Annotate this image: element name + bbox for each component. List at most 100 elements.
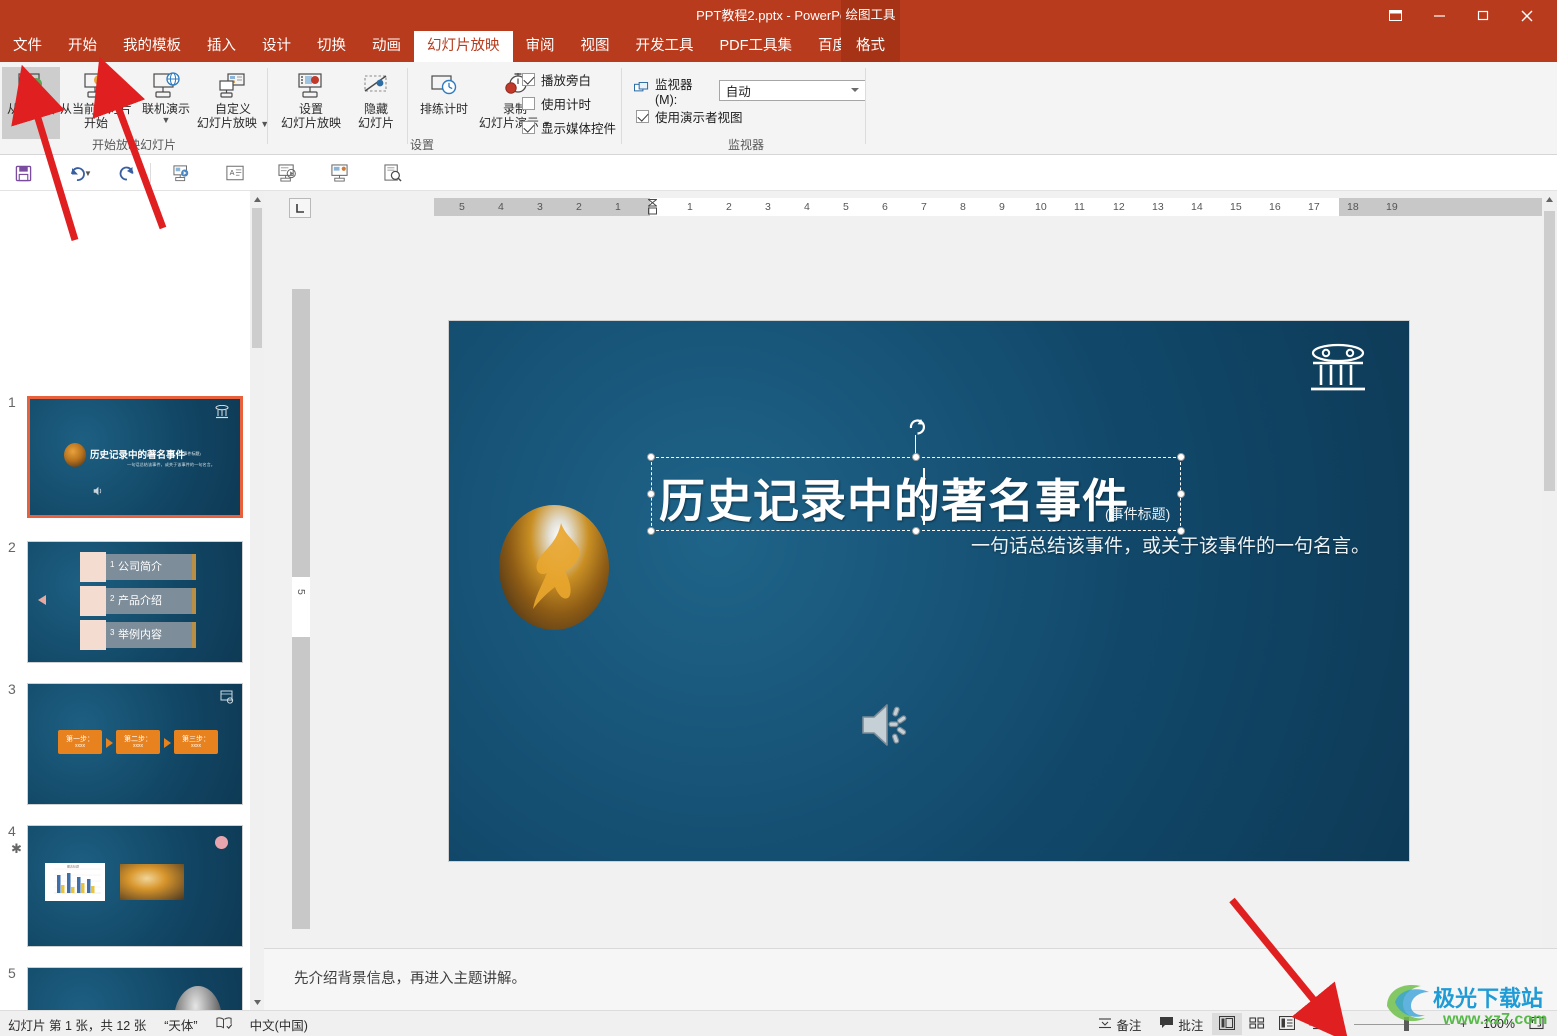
horizontal-ruler[interactable]: 5 4 3 2 1 1 2 3 4 5 6 7 8 9 10 11 12 13 … [434,198,1557,216]
zoom-slider[interactable] [1353,1013,1450,1035]
use-timings-checkbox[interactable]: 使用计时 [522,94,591,113]
tab-review[interactable]: 审阅 [513,31,568,62]
checkbox-box[interactable] [522,97,535,110]
hruler-label: 9 [999,201,1005,213]
leaf-image[interactable] [499,505,609,630]
thumb-surface[interactable]: 第一步： xxxx 第二步： xxxx 第三步： xxxx [27,683,243,805]
resize-handle-sw[interactable] [647,527,655,535]
show-media-controls-checkbox[interactable]: 显示媒体控件 [522,118,616,137]
tab-developer[interactable]: 开发工具 [623,31,707,62]
tab-home[interactable]: 开始 [55,31,110,62]
pillar-icon[interactable] [1307,343,1369,404]
thumb-surface[interactable] [27,967,243,1010]
slide-title[interactable]: 历史记录中的著名事件 [659,465,1129,531]
thumb-surface[interactable]: 图表标题 [27,825,243,947]
tab-transitions[interactable]: 切换 [304,31,359,62]
slide-edit-area[interactable]: 5 4 3 2 1 1 2 3 4 5 6 7 8 9 10 11 12 13 … [264,191,1557,1010]
fit-to-window-button[interactable] [1521,1013,1551,1035]
thumb-title-1: 历史记录中的著名事件 [90,450,186,461]
comments-button[interactable]: 批注 [1150,1012,1212,1036]
start-from-beginning-qat-icon[interactable] [167,160,197,186]
close-icon[interactable] [1505,0,1549,31]
rehearse-timings-button[interactable]: 排练计时 [412,67,476,139]
thumb-surface[interactable]: 历史记录中的著名事件 (事件标题) 一句话总结该事件，或关于该事件的一句名言。 [27,396,243,518]
language-label[interactable]: 中文(中国) [250,1015,308,1034]
checkbox-box[interactable] [522,73,535,86]
tab-view[interactable]: 视图 [568,31,623,62]
notes-button[interactable]: 备注 [1089,1012,1150,1036]
monitor-select[interactable]: 自动 [718,80,866,101]
hruler-label: 11 [1074,201,1085,213]
normal-view-button[interactable] [1212,1013,1243,1035]
tab-animations[interactable]: 动画 [359,31,414,62]
vertical-ruler[interactable]: 5 [292,289,310,929]
agenda-num-2: 2 [110,594,115,603]
scroll-down-arrow-icon[interactable] [250,994,264,1010]
proofing-icon[interactable] [216,1016,232,1032]
tab-slide-show[interactable]: 幻灯片放映 [414,31,513,62]
hide-slide-button[interactable]: 隐藏 幻灯片 [348,67,404,139]
resize-handle-e[interactable] [1177,490,1185,498]
zoom-out-button[interactable]: − [1332,1012,1347,1036]
resize-handle-w[interactable] [647,490,655,498]
tab-my-templates[interactable]: 我的模板 [110,31,194,62]
checkbox-box[interactable] [522,121,535,134]
editor-vertical-scrollbar[interactable] [1542,191,1557,1010]
slide-count-label[interactable]: 幻灯片 第 1 张，共 12 张 [8,1015,146,1034]
slide-canvas[interactable]: 历史记录中的著名事件 (事件标题) 一句话总结该事件，或关于该事件的一句名言。 [449,321,1409,861]
scrollbar-thumb[interactable] [252,208,262,348]
resize-handle-ne[interactable] [1177,453,1185,461]
set-up-slide-show-button[interactable]: 设置 幻灯片放映 [278,67,344,139]
thumbnail-scrollbar[interactable] [250,191,264,1010]
rotate-handle[interactable] [907,416,926,435]
zoom-slider-knob[interactable] [1403,1017,1409,1031]
tab-pdf-tools[interactable]: PDF工具集 [707,31,806,62]
scroll-up-arrow-icon[interactable] [250,191,264,207]
slide-thumbnail-pane[interactable]: 1 历史记录中的著名事件 (事件标题) 一句话总结该事件，或关于该事件的一句名言… [0,191,264,1010]
ribbon-display-options-icon[interactable] [1373,0,1417,31]
notes-pane[interactable]: 先介绍背景信息，再进入主题讲解。 [264,948,1557,1010]
presenter-view-qat-icon[interactable] [324,160,354,186]
tab-design[interactable]: 设计 [249,31,304,62]
use-presenter-view-checkbox[interactable]: 使用演示者视图 [636,107,743,126]
theme-label[interactable]: “天体” [164,1015,197,1034]
present-online-dropdown-arrow[interactable]: ▼ [162,116,171,125]
slide-subtitle[interactable]: 一句话总结该事件，或关于该事件的一句名言。 [971,531,1370,558]
notes-text[interactable]: 先介绍背景信息，再进入主题讲解。 [294,967,526,988]
status-bar: 幻灯片 第 1 张，共 12 张 “天体” 中文(中国) 备注 批注 − + 1… [0,1010,1557,1036]
zoom-percent-label[interactable]: 100% [1471,1017,1515,1031]
play-narrations-checkbox[interactable]: 播放旁白 [522,70,591,89]
scroll-up-arrow-icon[interactable] [1542,191,1557,207]
slide-sorter-button[interactable] [1242,1013,1272,1035]
scrollbar-thumb[interactable] [1544,211,1555,491]
start-from-current-slide-button[interactable]: 从当前幻灯片 开始 [60,67,132,139]
tab-insert[interactable]: 插入 [194,31,249,62]
speaker-icon[interactable] [859,699,919,756]
save-icon[interactable] [8,160,38,186]
minimize-icon[interactable] [1417,0,1461,31]
reading-view-button[interactable] [1272,1013,1302,1035]
undo-dropdown-arrow[interactable]: ▼ [82,160,94,186]
zoom-in-button[interactable]: + [1456,1012,1471,1036]
ribbon-group-set-up: 设置 幻灯片放映 隐藏 幻灯片 排练计时 录制 幻灯片演示 ▼ 播放旁白 使用计… [272,62,622,155]
maximize-icon[interactable] [1461,0,1505,31]
indent-marker-icon[interactable] [647,199,658,215]
thumb-surface[interactable]: 1 公司简介 2 产品介绍 3 举例内容 [27,541,243,663]
custom-slide-show-button[interactable]: 自定义 幻灯片放映 ▼ [197,67,269,139]
tab-format[interactable]: 格式 [841,31,900,62]
new-slide-qat-icon[interactable]: A [220,160,250,186]
start-from-current-label-2: 开始 [83,116,108,130]
start-from-beginning-button[interactable]: 从头开始 [2,67,60,139]
resize-handle-n[interactable] [912,453,920,461]
left-tab-stop-icon[interactable] [289,198,311,218]
redo-icon[interactable] [112,160,142,186]
slide-show-button[interactable] [1302,1013,1332,1035]
checkbox-box[interactable] [636,110,649,123]
tab-file[interactable]: 文件 [0,31,55,62]
chevron-down-icon[interactable] [851,88,859,92]
hruler-label: 7 [921,201,927,213]
slide-show-qat-icon[interactable] [272,160,302,186]
print-preview-qat-icon[interactable] [378,160,408,186]
present-online-button[interactable]: 联机演示 ▼ [134,67,198,139]
resize-handle-nw[interactable] [647,453,655,461]
